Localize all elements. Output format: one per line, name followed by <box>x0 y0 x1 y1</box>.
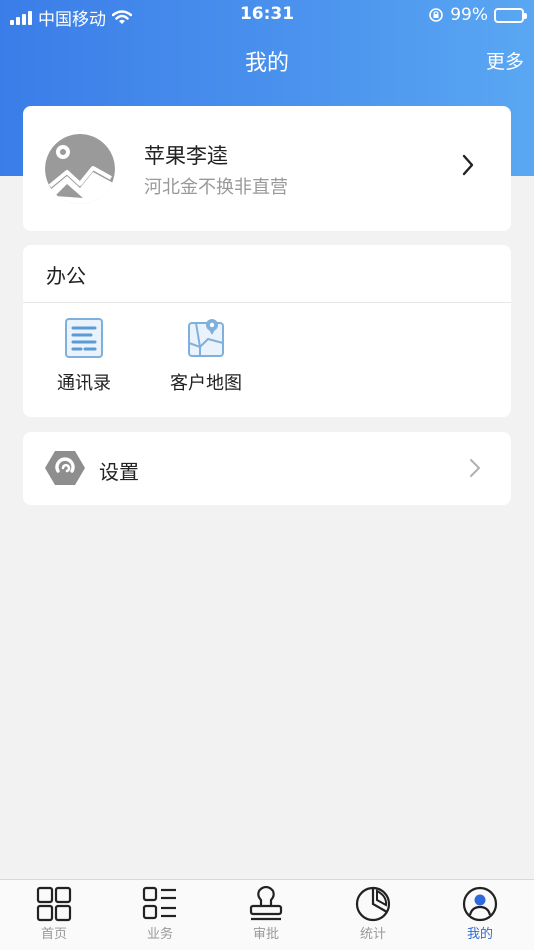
stamp-icon <box>249 886 283 921</box>
tab-label: 业务 <box>146 927 173 942</box>
image-placeholder-icon <box>45 134 115 204</box>
settings-hexagon-icon <box>45 451 85 485</box>
contacts-list-icon <box>65 318 103 358</box>
contacts-label: 通讯录 <box>57 373 111 394</box>
page-title: 我的 <box>244 51 289 76</box>
rotation-lock-icon <box>429 8 444 22</box>
tab-label: 我的 <box>466 927 493 942</box>
profile-card[interactable]: 苹果李逵 河北金不换非直营 <box>23 106 511 231</box>
customer-map-item[interactable]: 客户地图 <box>156 317 256 395</box>
tab-bar: 首页 业务 审批 统计 我的 <box>0 879 534 950</box>
divider <box>23 302 511 303</box>
list-grid-icon <box>142 886 176 920</box>
grid-four-icon <box>36 886 72 922</box>
office-section-title: 办公 <box>46 264 86 288</box>
map-pin-icon <box>188 319 224 357</box>
tab-label: 统计 <box>359 927 386 942</box>
contacts-item[interactable]: 通讯录 <box>34 317 134 395</box>
more-button[interactable]: 更多 <box>486 47 524 74</box>
chevron-right-icon <box>462 154 474 176</box>
battery-icon <box>494 7 527 23</box>
settings-row[interactable]: 设置 <box>23 432 511 505</box>
profile-name: 苹果李逵 <box>144 144 228 168</box>
tab-approval[interactable]: 审批 <box>213 886 319 942</box>
tab-statistics[interactable]: 统计 <box>320 886 426 942</box>
tab-mine[interactable]: 我的 <box>427 886 533 942</box>
tab-label: 首页 <box>40 927 67 942</box>
pie-chart-icon <box>355 886 391 922</box>
tab-label: 审批 <box>252 927 279 942</box>
customer-map-label: 客户地图 <box>170 373 242 394</box>
settings-label: 设置 <box>99 460 139 484</box>
status-right: 99% <box>428 5 527 25</box>
office-card: 办公 通讯录 客户地图 <box>23 245 511 417</box>
chevron-right-icon <box>470 459 480 477</box>
tab-business[interactable]: 业务 <box>107 886 213 942</box>
user-circle-icon <box>462 886 498 922</box>
status-bar: 中国移动 16:31 99% <box>0 0 534 32</box>
battery-percent: 99% <box>450 5 488 25</box>
profile-organization: 河北金不换非直营 <box>144 177 288 198</box>
tab-home[interactable]: 首页 <box>1 886 107 942</box>
